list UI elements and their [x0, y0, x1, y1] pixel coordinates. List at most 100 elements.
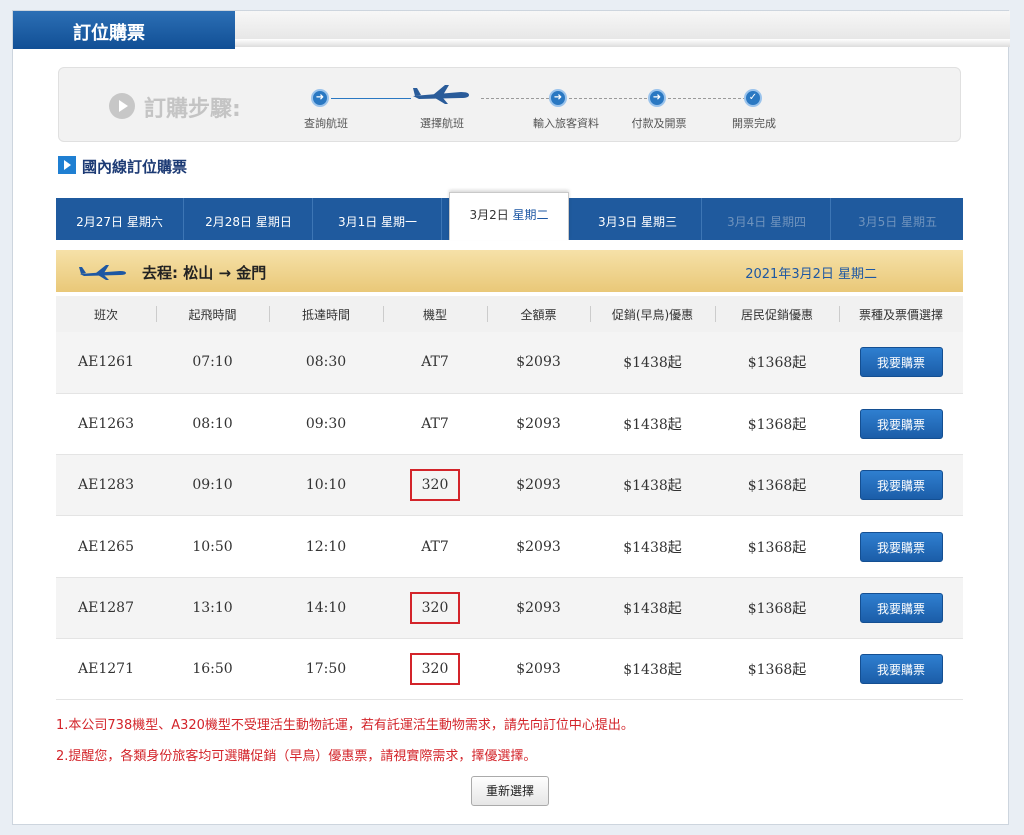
col-header: 起飛時間 — [156, 296, 269, 332]
departure-time: 08:10 — [156, 393, 269, 456]
route-date: 2021年3月2日 星期二 — [745, 267, 877, 282]
buy-ticket-button[interactable]: 我要購票 — [859, 531, 943, 562]
tab-weekday: 星期一 — [381, 215, 418, 229]
tab-date: 3月4日 — [726, 215, 767, 229]
promo-fare: $1438起 — [590, 454, 715, 517]
flight-number: AE1271 — [56, 638, 156, 701]
col-header: 機型 — [383, 296, 487, 332]
tab-weekday: 星期四 — [770, 215, 807, 229]
date-tabs: 2月27日 星期六 2月28日 星期日 3月1日 星期一 3月2日 星期二 3月… — [56, 192, 963, 240]
promo-fare: $1438起 — [590, 332, 715, 394]
flight-number: AE1287 — [56, 577, 156, 639]
buy-ticket-button[interactable]: 我要購票 — [859, 347, 943, 378]
tab-date-0227[interactable]: 2月27日 星期六 — [56, 198, 184, 240]
flight-number: AE1263 — [56, 393, 156, 456]
departure-time: 07:10 — [156, 332, 269, 394]
buy-cell: 我要購票 — [839, 515, 963, 578]
booking-steps: 訂購步驟: ➜ ➜ ➜ ✓ 查詢航班 選擇航班 輸入旅客資料 付款及開票 開票完… — [58, 67, 961, 142]
step-label-1: 查詢航班 — [304, 117, 348, 130]
step-5-check-icon: ✓ — [744, 89, 762, 107]
table-row: AE1283 09:10 10:10 320 $2093 $1438起 $136… — [56, 454, 963, 517]
full-fare: $2093 — [487, 393, 590, 456]
step-line — [481, 98, 559, 99]
step-1-arrow-icon: ➜ — [311, 89, 329, 107]
arrow-right-icon — [58, 156, 76, 174]
reselect-button[interactable]: 重新選擇 — [471, 776, 549, 806]
tab-date-0303[interactable]: 3月3日 星期三 — [574, 198, 702, 240]
tab-date: 3月2日 — [469, 208, 509, 222]
tab-date-0302[interactable]: 3月2日 星期二 — [449, 192, 569, 240]
tab-date: 3月3日 — [597, 215, 638, 229]
section-heading: 國內線訂位購票 — [82, 158, 188, 176]
table-row: AE1287 13:10 14:10 320 $2093 $1438起 $136… — [56, 577, 963, 639]
buy-cell: 我要購票 — [839, 577, 963, 639]
header-accent — [235, 39, 1010, 47]
notice-1: 1.本公司738機型、A320機型不受理活生動物託運，若有託運活生動物需求，請先… — [56, 718, 634, 733]
buy-ticket-button[interactable]: 我要購票 — [859, 592, 943, 623]
route-label: 去程: 松山 → 金門 — [142, 264, 267, 282]
tab-date: 2月28日 — [205, 215, 253, 229]
arrival-time: 14:10 — [269, 577, 383, 639]
promo-fare: $1438起 — [590, 393, 715, 456]
resident-fare: $1368起 — [715, 577, 839, 639]
table-row: AE1271 16:50 17:50 320 $2093 $1438起 $136… — [56, 638, 963, 701]
buy-ticket-button[interactable]: 我要購票 — [859, 408, 943, 439]
play-icon — [109, 93, 135, 119]
buy-cell: 我要購票 — [839, 393, 963, 456]
step-label-3: 輸入旅客資料 — [533, 117, 599, 130]
departure-time: 16:50 — [156, 638, 269, 701]
flight-number: AE1283 — [56, 454, 156, 517]
table-row: AE1265 10:50 12:10 AT7 $2093 $1438起 $136… — [56, 515, 963, 578]
resident-fare: $1368起 — [715, 454, 839, 517]
departure-time: 09:10 — [156, 454, 269, 517]
arrival-time: 09:30 — [269, 393, 383, 456]
airplane-icon — [413, 85, 469, 104]
tab-date-0301[interactable]: 3月1日 星期一 — [314, 198, 442, 240]
aircraft-type: AT7 — [383, 393, 487, 456]
promo-fare: $1438起 — [590, 638, 715, 701]
resident-fare: $1368起 — [715, 515, 839, 578]
aircraft-type: AT7 — [383, 332, 487, 394]
tab-date-0228[interactable]: 2月28日 星期日 — [185, 198, 313, 240]
aircraft-type-highlighted: 320 — [409, 469, 461, 502]
tab-weekday: 星期日 — [255, 215, 292, 229]
step-label-2: 選擇航班 — [420, 117, 464, 130]
aircraft-cell: 320 — [383, 454, 487, 517]
airplane-icon — [79, 265, 126, 280]
buy-cell: 我要購票 — [839, 454, 963, 517]
aircraft-type: AT7 — [383, 515, 487, 578]
arrival-time: 12:10 — [269, 515, 383, 578]
col-header: 全額票 — [487, 296, 590, 332]
buy-cell: 我要購票 — [839, 332, 963, 394]
buy-cell: 我要購票 — [839, 638, 963, 701]
col-header: 抵達時間 — [269, 296, 383, 332]
buy-ticket-button[interactable]: 我要購票 — [859, 654, 943, 685]
aircraft-type-highlighted: 320 — [409, 591, 461, 624]
arrival-time: 17:50 — [269, 638, 383, 701]
promo-fare: $1438起 — [590, 515, 715, 578]
tab-weekday: 星期五 — [901, 215, 938, 229]
notice-2: 2.提醒您，各類身份旅客均可選購促銷（早鳥）優惠票，請視實際需求，擇優選擇。 — [56, 749, 537, 764]
full-fare: $2093 — [487, 515, 590, 578]
promo-fare: $1438起 — [590, 577, 715, 639]
step-4-arrow-icon: ➜ — [648, 89, 666, 107]
table-row: AE1263 08:10 09:30 AT7 $2093 $1438起 $136… — [56, 393, 963, 456]
step-label-5: 開票完成 — [732, 117, 776, 130]
step-3-arrow-icon: ➜ — [549, 89, 567, 107]
col-header: 票種及票價選擇 — [839, 296, 963, 332]
table-row: AE1261 07:10 08:30 AT7 $2093 $1438起 $136… — [56, 332, 963, 394]
col-header: 促銷(早鳥)優惠 — [590, 296, 715, 332]
aircraft-cell: 320 — [383, 577, 487, 639]
tab-date-0305: 3月5日 星期五 — [832, 198, 963, 240]
tab-date: 3月1日 — [337, 215, 378, 229]
full-fare: $2093 — [487, 638, 590, 701]
step-line — [569, 98, 647, 99]
resident-fare: $1368起 — [715, 393, 839, 456]
tab-date: 3月5日 — [857, 215, 898, 229]
buy-ticket-button[interactable]: 我要購票 — [859, 470, 943, 501]
departure-time: 13:10 — [156, 577, 269, 639]
aircraft-cell: 320 — [383, 638, 487, 701]
tab-date-0304: 3月4日 星期四 — [703, 198, 831, 240]
full-fare: $2093 — [487, 454, 590, 517]
page-title: 訂位購票 — [13, 11, 235, 49]
